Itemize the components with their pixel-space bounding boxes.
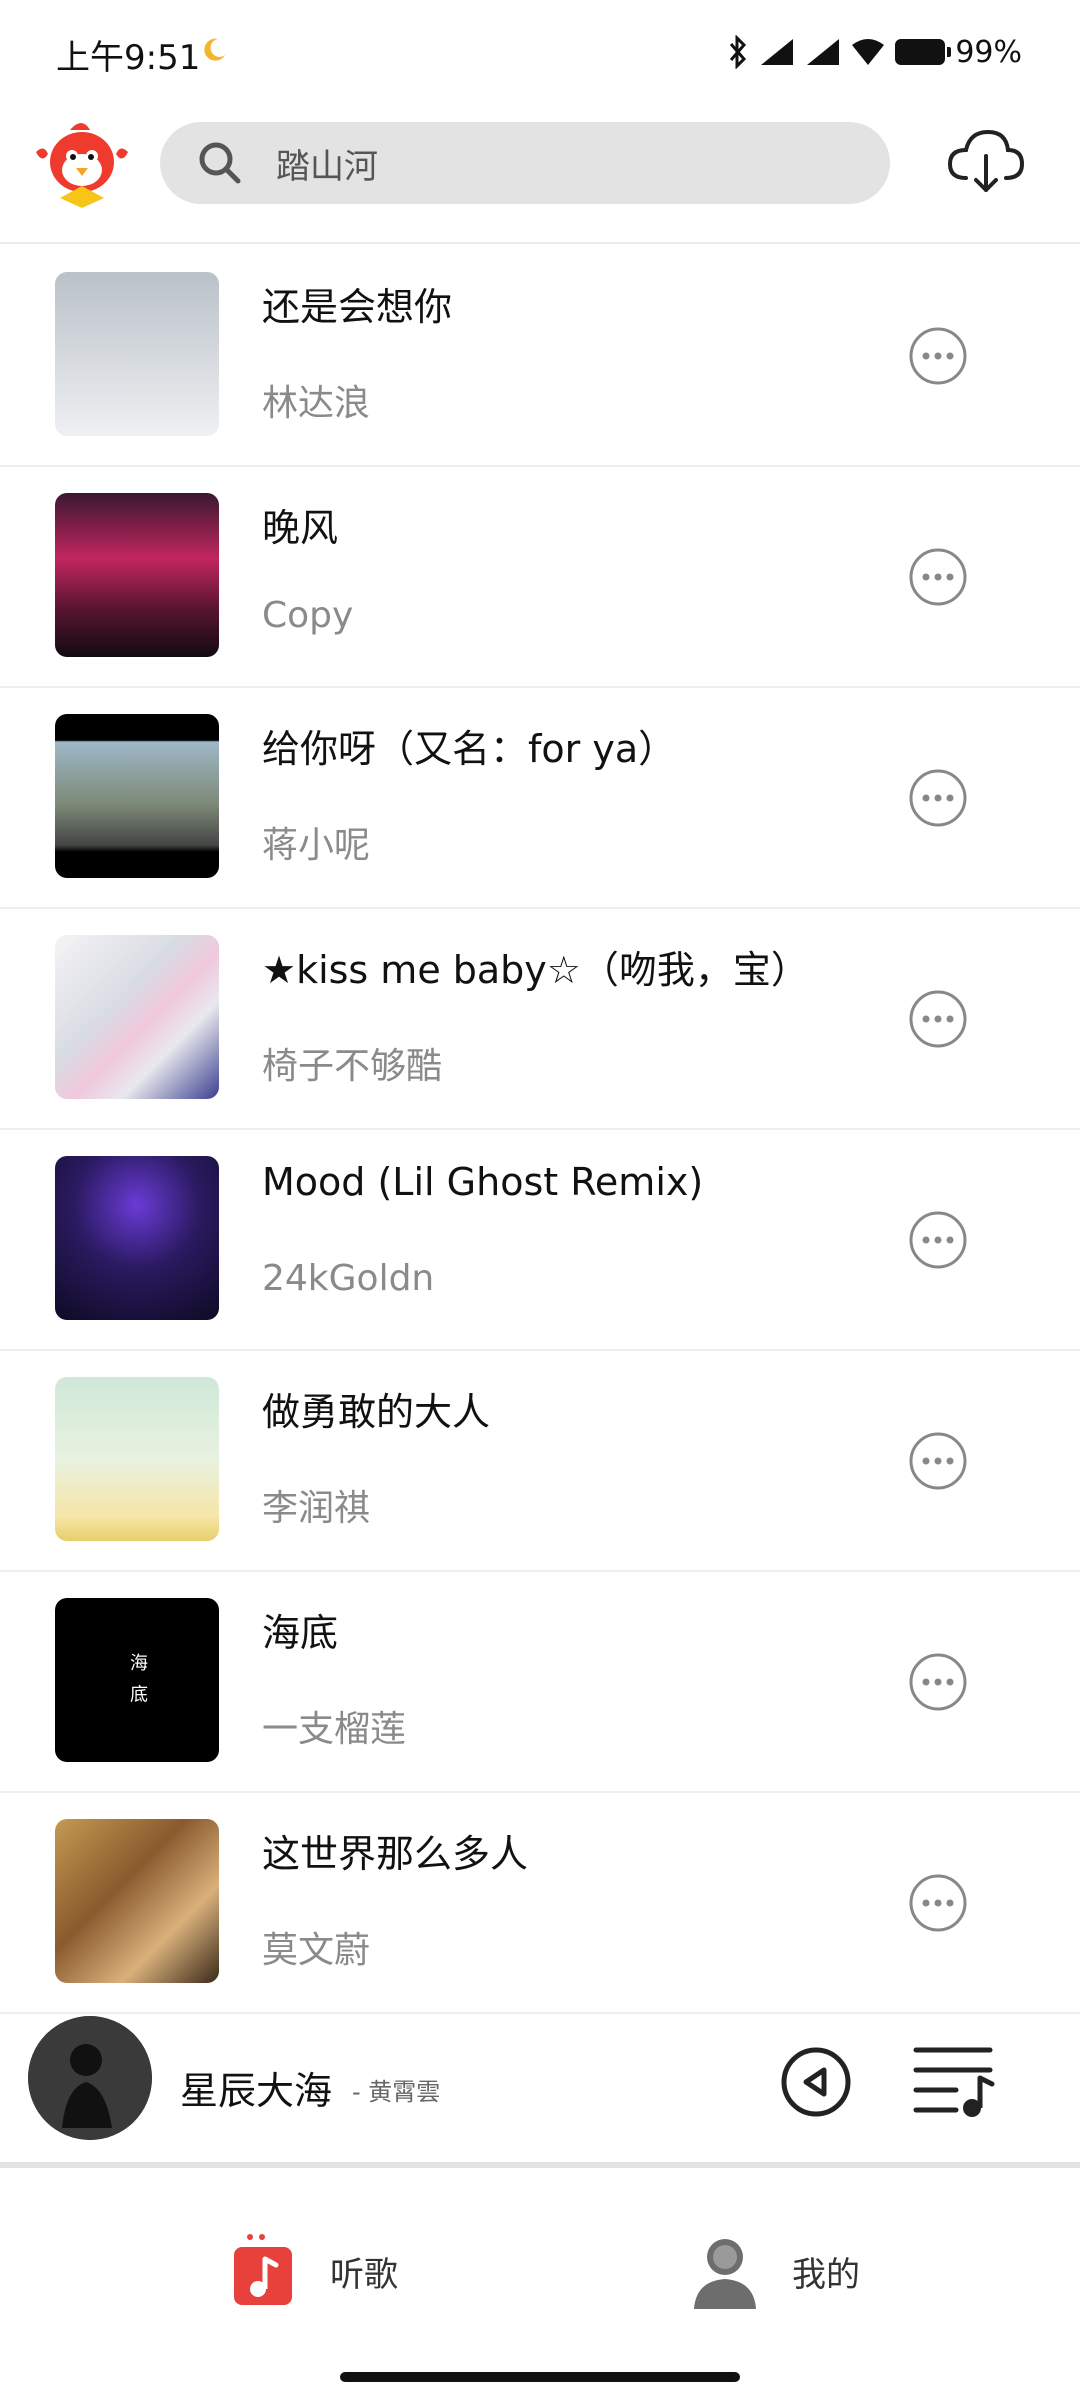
- wifi-icon: [852, 39, 885, 65]
- album-cover: [55, 493, 219, 657]
- battery-icon: [895, 39, 952, 65]
- album-cover: 海 底: [55, 1598, 219, 1762]
- more-options-icon[interactable]: [908, 989, 968, 1049]
- bluetooth-icon: [730, 35, 747, 69]
- more-options-icon[interactable]: [908, 547, 968, 607]
- song-list: 还是会想你 林达浪 晚风 Copy 给你呀（又名：for ya） 蒋小呢 ★ki…: [0, 246, 1080, 2014]
- album-cover: [55, 714, 219, 878]
- song-title: 还是会想你: [262, 285, 453, 329]
- song-artist: 李润祺: [262, 1488, 371, 1529]
- tab-mine[interactable]: 我的: [690, 2226, 860, 2316]
- song-row[interactable]: 还是会想你 林达浪: [0, 246, 1080, 467]
- play-button[interactable]: [780, 2046, 852, 2118]
- song-row[interactable]: 做勇敢的大人 李润祺: [0, 1351, 1080, 1572]
- more-options-icon[interactable]: [908, 1873, 968, 1933]
- home-indicator: [340, 2372, 740, 2382]
- bottom-nav: 听歌 我的: [0, 2168, 1080, 2400]
- album-cover: [55, 1377, 219, 1541]
- song-title: 海底: [262, 1611, 339, 1655]
- user-icon: [694, 2239, 756, 2309]
- more-options-icon[interactable]: [908, 1210, 968, 1270]
- tab-listen-label: 听歌: [330, 2254, 398, 2295]
- song-artist: 一支榴莲: [262, 1709, 407, 1750]
- moon-icon: [204, 38, 225, 61]
- album-cover: [55, 935, 219, 1099]
- status-indicators: 99%: [727, 30, 1022, 74]
- album-cover: [55, 1156, 219, 1320]
- tab-mine-label: 我的: [792, 2254, 860, 2295]
- top-header: 踏山河: [0, 104, 1080, 244]
- album-cover-text: 海 底: [127, 1653, 148, 1707]
- music-note-icon: [234, 2234, 292, 2305]
- more-options-icon[interactable]: [908, 768, 968, 828]
- song-row[interactable]: 海 底 海底 一支榴莲: [0, 1572, 1080, 1793]
- app-logo-icon[interactable]: [30, 112, 134, 216]
- song-title: ★kiss me baby☆（吻我，宝）: [262, 948, 809, 992]
- song-row[interactable]: 这世界那么多人 莫文蔚: [0, 1793, 1080, 2014]
- signal-icon: [761, 39, 794, 65]
- now-playing-title: 星辰大海: [180, 2069, 333, 2113]
- now-playing-artist: - 黄霄雲: [352, 2078, 441, 2106]
- song-title: 晚风: [262, 506, 339, 550]
- song-artist: Copy: [262, 595, 354, 636]
- now-playing-cover[interactable]: [28, 2016, 152, 2140]
- song-artist: 24kGoldn: [262, 1258, 435, 1299]
- signal-icon-2: [807, 39, 840, 65]
- song-title: 这世界那么多人: [262, 1832, 529, 1876]
- search-bar[interactable]: 踏山河: [160, 122, 890, 204]
- song-artist: 椅子不够酷: [262, 1046, 443, 1087]
- tab-listen[interactable]: 听歌: [228, 2226, 398, 2316]
- song-artist: 蒋小呢: [262, 825, 371, 866]
- song-row[interactable]: 给你呀（又名：for ya） 蒋小呢: [0, 688, 1080, 909]
- status-time: 上午9:51: [56, 38, 201, 78]
- search-placeholder: 踏山河: [276, 146, 378, 187]
- more-options-icon[interactable]: [908, 1652, 968, 1712]
- search-icon: [199, 142, 241, 184]
- singer-silhouette-icon: [28, 2016, 152, 2140]
- song-row[interactable]: 晚风 Copy: [0, 467, 1080, 688]
- song-title: Mood (Lil Ghost Remix): [262, 1160, 704, 1204]
- song-title: 给你呀（又名：for ya）: [262, 727, 677, 771]
- album-cover: [55, 272, 219, 436]
- song-title: 做勇敢的大人: [262, 1390, 491, 1434]
- battery-level: 99%: [955, 34, 1022, 70]
- song-row[interactable]: Mood (Lil Ghost Remix) 24kGoldn: [0, 1130, 1080, 1351]
- more-options-icon[interactable]: [908, 1431, 968, 1491]
- song-artist: 林达浪: [262, 383, 371, 424]
- album-cover: [55, 1819, 219, 1983]
- mini-player[interactable]: 星辰大海 - 黄霄雲: [0, 2010, 1080, 2160]
- song-artist: 莫文蔚: [262, 1930, 371, 1971]
- song-row[interactable]: ★kiss me baby☆（吻我，宝） 椅子不够酷: [0, 909, 1080, 1130]
- status-bar: 上午9:51 99%: [0, 0, 1080, 104]
- cloud-download-icon[interactable]: [946, 126, 1026, 198]
- playlist-queue-icon[interactable]: [912, 2042, 996, 2118]
- more-options-icon[interactable]: [908, 326, 968, 386]
